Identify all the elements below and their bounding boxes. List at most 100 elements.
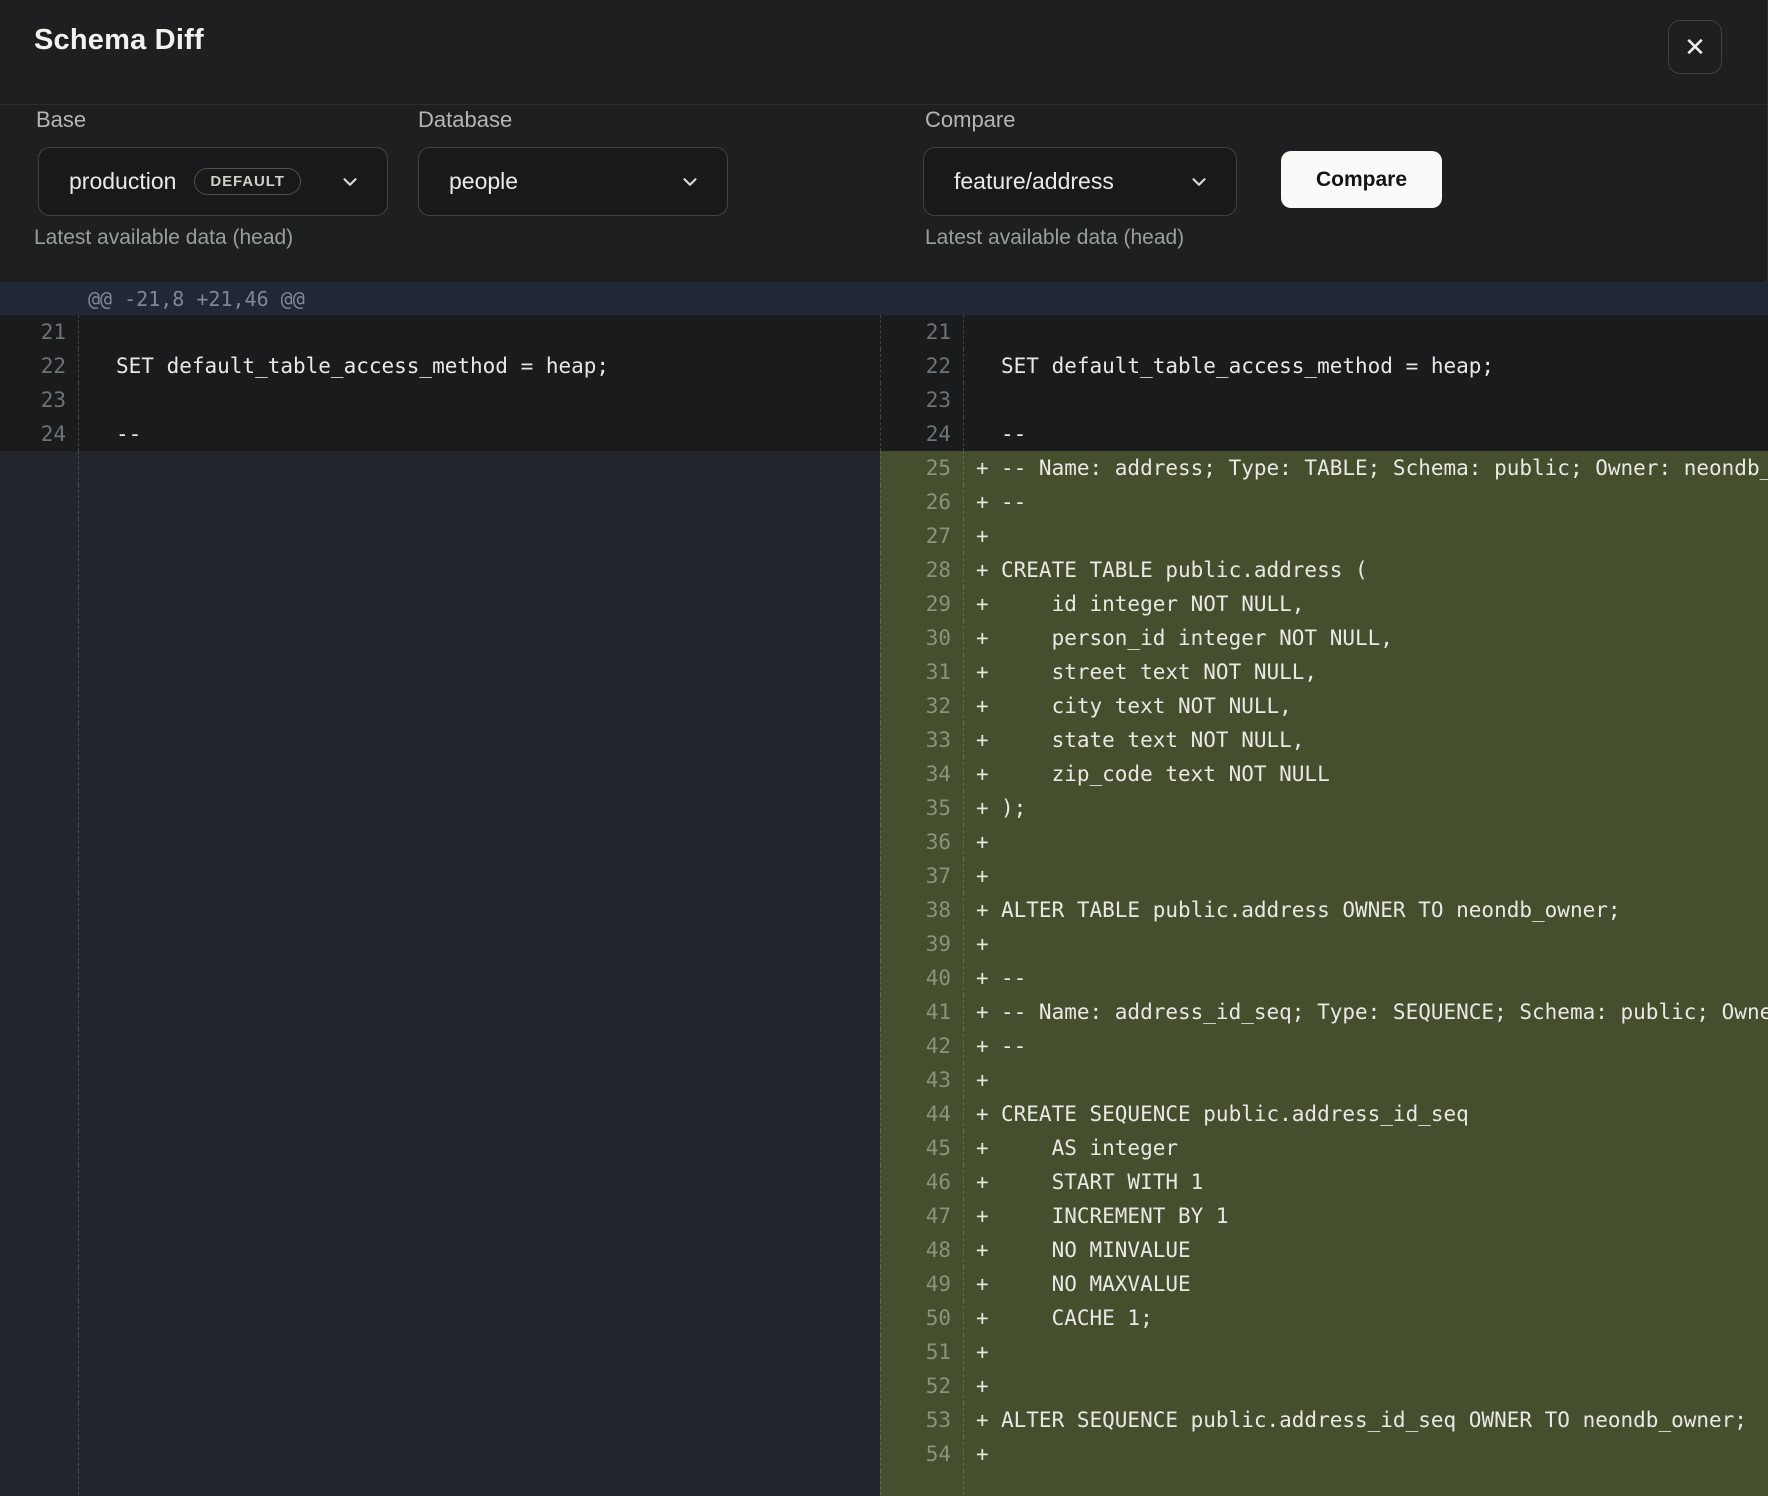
diff-row: 53 +ALTER SEQUENCE public.address_id_seq…: [0, 1403, 1768, 1437]
left-line-number: [0, 1097, 79, 1131]
right-code-text: NO MINVALUE: [1001, 1233, 1191, 1267]
left-line-content: [79, 383, 880, 417]
right-line-content: +CREATE TABLE public.address (: [964, 553, 1768, 587]
right-line-content: + AS integer: [964, 1131, 1768, 1165]
right-line-content: +);: [964, 791, 1768, 825]
right-diff-sign: +: [976, 1301, 1001, 1335]
diff-row: 33 + state text NOT NULL,: [0, 723, 1768, 757]
base-branch-select[interactable]: production DEFAULT: [38, 147, 388, 216]
right-line-number: 48: [880, 1233, 964, 1267]
right-line-number: 44: [880, 1097, 964, 1131]
right-line-content: + NO MINVALUE: [964, 1233, 1768, 1267]
left-line-number: [0, 1437, 79, 1471]
right-line-content: +: [964, 825, 1768, 859]
right-line-content: +: [964, 1063, 1768, 1097]
left-line-number: [0, 1233, 79, 1267]
database-select[interactable]: people: [418, 147, 728, 216]
right-code-text: --: [1001, 485, 1026, 519]
left-diff-sign: [91, 961, 116, 995]
database-value: people: [449, 168, 518, 195]
left-line-content: [79, 1471, 880, 1496]
close-button[interactable]: ✕: [1668, 20, 1722, 74]
right-line-number: 45: [880, 1131, 964, 1165]
diff-row: 48 + NO MINVALUE: [0, 1233, 1768, 1267]
diff-row: 25 +-- Name: address; Type: TABLE; Schem…: [0, 451, 1768, 485]
right-line-content: + INCREMENT BY 1: [964, 1199, 1768, 1233]
left-diff-sign: [91, 383, 116, 417]
schema-diff-view: @@ -21,8 +21,46 @@ 21 21 22 SET default_…: [0, 282, 1768, 1496]
left-line-content: [79, 1165, 880, 1199]
diff-row: 50 + CACHE 1;: [0, 1301, 1768, 1335]
left-diff-sign: [91, 655, 116, 689]
left-line-number: 21: [0, 315, 79, 349]
diff-row: 47 + INCREMENT BY 1: [0, 1199, 1768, 1233]
left-diff-sign: [91, 1165, 116, 1199]
diff-row: 39 +: [0, 927, 1768, 961]
chevron-down-icon: [1188, 171, 1210, 193]
left-line-number: [0, 1471, 79, 1496]
left-diff-sign: [91, 791, 116, 825]
left-line-number: [0, 553, 79, 587]
left-line-number: [0, 893, 79, 927]
right-diff-sign: +: [976, 791, 1001, 825]
right-code-text: CREATE TABLE public.address (: [1001, 553, 1368, 587]
right-diff-sign: [976, 315, 1001, 349]
left-line-content: [79, 315, 880, 349]
compare-branch-value: feature/address: [954, 168, 1114, 195]
right-diff-sign: +: [976, 825, 1001, 859]
left-diff-sign: [91, 417, 116, 451]
right-diff-sign: +: [976, 553, 1001, 587]
left-line-content: [79, 1437, 880, 1471]
right-line-number: [880, 1471, 964, 1496]
left-line-number: 22: [0, 349, 79, 383]
diff-row: 51 +: [0, 1335, 1768, 1369]
diff-row: 36 +: [0, 825, 1768, 859]
left-diff-sign: [91, 1301, 116, 1335]
left-line-content: [79, 995, 880, 1029]
left-line-content: SET default_table_access_method = heap;: [79, 349, 880, 383]
chevron-down-icon: [339, 171, 361, 193]
left-line-content: [79, 655, 880, 689]
diff-row: 21 21: [0, 315, 1768, 349]
compare-branch-select[interactable]: feature/address: [923, 147, 1237, 216]
right-code-text: -- Name: address_id_seq; Type: SEQUENCE;…: [1001, 995, 1768, 1029]
right-line-content: [964, 383, 1768, 417]
diff-row: 44 +CREATE SEQUENCE public.address_id_se…: [0, 1097, 1768, 1131]
left-code-text: --: [116, 417, 141, 451]
right-line-content: + street text NOT NULL,: [964, 655, 1768, 689]
right-line-content: + CACHE 1;: [964, 1301, 1768, 1335]
database-label: Database: [418, 107, 512, 133]
right-line-content: + id integer NOT NULL,: [964, 587, 1768, 621]
left-diff-sign: [91, 1233, 116, 1267]
right-diff-sign: +: [976, 1131, 1001, 1165]
right-code-text: -- Name: address; Type: TABLE; Schema: p…: [1001, 451, 1768, 485]
right-line-number: 23: [880, 383, 964, 417]
left-line-content: [79, 1131, 880, 1165]
right-diff-sign: +: [976, 1403, 1001, 1437]
left-line-content: [79, 859, 880, 893]
left-line-number: [0, 451, 79, 485]
right-line-number: 41: [880, 995, 964, 1029]
right-code-text: CACHE 1;: [1001, 1301, 1153, 1335]
right-diff-sign: +: [976, 995, 1001, 1029]
right-line-number: 47: [880, 1199, 964, 1233]
left-line-content: [79, 519, 880, 553]
diff-row: 27 +: [0, 519, 1768, 553]
right-diff-sign: [976, 383, 1001, 417]
left-diff-sign: [91, 1199, 116, 1233]
diff-row: [0, 1471, 1768, 1496]
left-diff-sign: [91, 587, 116, 621]
left-line-content: [79, 1199, 880, 1233]
right-line-number: 42: [880, 1029, 964, 1063]
left-line-number: [0, 587, 79, 621]
left-line-number: [0, 1199, 79, 1233]
left-diff-sign: [91, 1063, 116, 1097]
left-line-content: [79, 553, 880, 587]
left-line-number: [0, 1131, 79, 1165]
right-line-content: +--: [964, 1029, 1768, 1063]
right-code-text: ALTER TABLE public.address OWNER TO neon…: [1001, 893, 1621, 927]
diff-row: 42 +--: [0, 1029, 1768, 1063]
left-diff-sign: [91, 1097, 116, 1131]
compare-button[interactable]: Compare: [1281, 151, 1442, 208]
right-diff-sign: [976, 1471, 1001, 1496]
